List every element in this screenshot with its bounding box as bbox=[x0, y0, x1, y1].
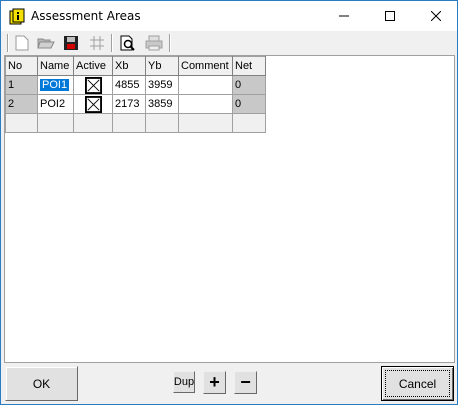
close-icon bbox=[431, 11, 441, 21]
cell-empty[interactable] bbox=[232, 113, 266, 133]
cell-empty[interactable] bbox=[5, 113, 38, 133]
cell-empty[interactable] bbox=[37, 113, 74, 133]
cell-empty[interactable] bbox=[73, 113, 113, 133]
cell-empty[interactable] bbox=[178, 113, 233, 133]
ok-button[interactable]: OK bbox=[5, 366, 78, 401]
window-title: Assessment Areas bbox=[31, 9, 141, 23]
cell-no[interactable]: 2 bbox=[5, 94, 38, 114]
duplicate-button[interactable]: Dup bbox=[173, 371, 195, 393]
grid-icon bbox=[90, 36, 104, 50]
cell-comment[interactable] bbox=[178, 75, 233, 95]
column-header-net[interactable]: Net bbox=[232, 56, 266, 76]
cell-net[interactable]: 0 bbox=[232, 75, 266, 95]
data-table: No Name Active Xb Yb Comment Net 1 POI1 … bbox=[5, 56, 266, 133]
active-checkbox[interactable] bbox=[84, 95, 102, 113]
new-button[interactable] bbox=[12, 33, 32, 53]
maximize-icon bbox=[385, 11, 395, 21]
preview-icon bbox=[120, 35, 135, 51]
cell-empty[interactable] bbox=[145, 113, 179, 133]
add-row-button[interactable]: + bbox=[203, 371, 226, 394]
cell-name-text: POI1 bbox=[40, 79, 70, 91]
assessment-areas-grid[interactable]: No Name Active Xb Yb Comment Net 1 POI1 … bbox=[4, 55, 455, 363]
assessment-areas-window: Assessment Areas No Name Active Xb Yb Co… bbox=[0, 0, 458, 405]
toolbar-separator bbox=[7, 34, 9, 52]
save-icon bbox=[64, 36, 78, 50]
cell-xb[interactable]: 4855 bbox=[112, 75, 146, 95]
cell-comment[interactable] bbox=[178, 94, 233, 114]
toolbar-separator bbox=[111, 34, 113, 52]
minimize-button[interactable] bbox=[321, 1, 367, 31]
cell-active[interactable] bbox=[73, 94, 113, 114]
new-icon bbox=[15, 35, 29, 51]
title-bar: Assessment Areas bbox=[1, 1, 457, 31]
cell-yb[interactable]: 3859 bbox=[145, 94, 179, 114]
table-row: 2 POI2 2173 3859 0 bbox=[5, 94, 266, 114]
cancel-button[interactable]: Cancel bbox=[381, 366, 454, 401]
print-button[interactable] bbox=[144, 33, 164, 53]
cell-no[interactable]: 1 bbox=[5, 75, 38, 95]
column-header-no[interactable]: No bbox=[5, 56, 38, 76]
minimize-icon bbox=[339, 15, 349, 17]
maximize-button[interactable] bbox=[367, 1, 413, 31]
cell-yb[interactable]: 3959 bbox=[145, 75, 179, 95]
open-icon bbox=[37, 38, 55, 49]
cell-xb[interactable]: 2173 bbox=[112, 94, 146, 114]
column-header-name[interactable]: Name bbox=[37, 56, 74, 76]
cell-name[interactable]: POI1 bbox=[37, 75, 74, 95]
cell-name[interactable]: POI2 bbox=[37, 94, 74, 114]
save-button[interactable] bbox=[61, 33, 81, 53]
cell-active[interactable] bbox=[73, 75, 113, 95]
focus-rectangle bbox=[385, 370, 450, 397]
table-row: 1 POI1 4855 3959 0 bbox=[5, 75, 266, 95]
grid-button[interactable] bbox=[87, 33, 107, 53]
column-header-yb[interactable]: Yb bbox=[145, 56, 179, 76]
preview-button[interactable] bbox=[118, 33, 138, 53]
open-button[interactable] bbox=[36, 33, 56, 53]
remove-row-button[interactable]: − bbox=[234, 371, 257, 394]
column-header-active[interactable]: Active bbox=[73, 56, 113, 76]
app-icon bbox=[9, 8, 25, 25]
button-bar: OK Dup + − Cancel bbox=[1, 363, 457, 404]
header-row: No Name Active Xb Yb Comment Net bbox=[5, 56, 266, 76]
print-icon bbox=[145, 35, 163, 51]
active-checkbox[interactable] bbox=[84, 76, 102, 94]
toolbar-separator bbox=[169, 34, 171, 52]
cell-empty[interactable] bbox=[112, 113, 146, 133]
cell-net[interactable]: 0 bbox=[232, 94, 266, 114]
column-header-xb[interactable]: Xb bbox=[112, 56, 146, 76]
column-header-comment[interactable]: Comment bbox=[178, 56, 233, 76]
close-button[interactable] bbox=[413, 1, 458, 31]
toolbar bbox=[5, 32, 455, 54]
table-row-new bbox=[5, 113, 266, 133]
